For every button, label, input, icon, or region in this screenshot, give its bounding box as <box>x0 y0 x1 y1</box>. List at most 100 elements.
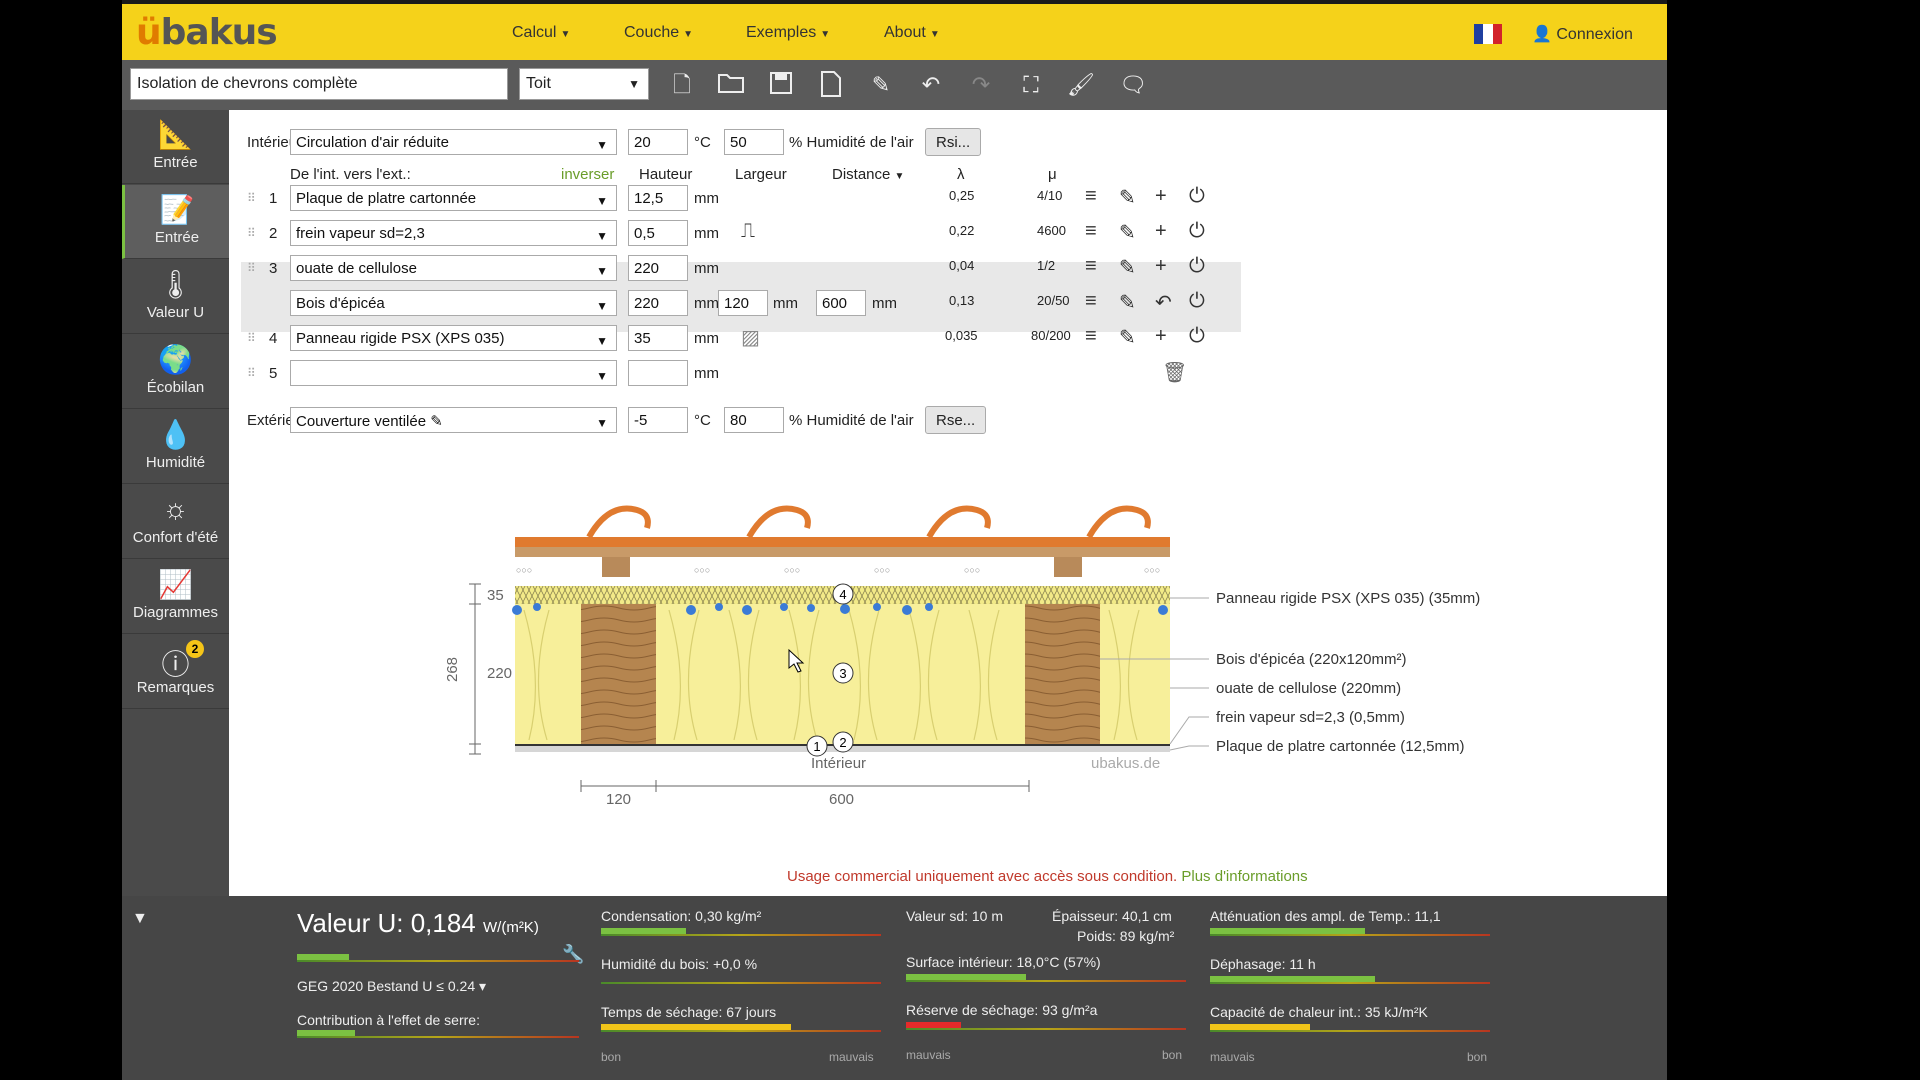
dim-120: 120 <box>606 791 631 808</box>
menu-exemples[interactable]: Exemples ▼ <box>746 24 830 42</box>
main-content: Intérieur Circulation d'air réduite▼ 20 … <box>229 110 1667 896</box>
menu-about[interactable]: About ▼ <box>884 24 940 42</box>
fullscreen-icon[interactable]: ⛶ <box>1017 71 1045 99</box>
attenuation-value: Atténuation des ampl. de Temp.: 11,1 <box>1210 908 1441 924</box>
u-value-bar <box>297 954 349 960</box>
greenhouse-bar-track <box>297 1036 579 1038</box>
rafter-left <box>581 604 656 744</box>
new-file-icon[interactable]: 🗋 <box>668 71 696 99</box>
scale-good-1: bon <box>601 1050 622 1064</box>
phase-shift-bar-track <box>1210 982 1490 984</box>
svg-text:○○○: ○○○ <box>964 565 980 575</box>
scale-bad-3: mauvais <box>1210 1050 1255 1064</box>
sidebar-item-humidite[interactable]: 💧 Humidité <box>122 410 229 484</box>
drying-reserve-bar <box>906 1022 961 1028</box>
redo-icon[interactable]: ↷ <box>967 71 995 99</box>
open-folder-icon[interactable] <box>717 71 745 99</box>
undo-icon[interactable]: ↶ <box>917 71 945 99</box>
watermark: ubakus.de <box>1091 755 1160 772</box>
greenhouse-label: Contribution à l'effet de serre: <box>297 1012 480 1028</box>
dropdown-icon[interactable]: ▾ <box>479 978 486 994</box>
scale-bad-2: mauvais <box>906 1048 951 1062</box>
wood-humidity-value: Humidité du bois: +0,0 % <box>601 956 758 972</box>
collapse-toggle[interactable]: ▼ <box>132 910 148 928</box>
label-cellulose: ouate de cellulose (220mm) <box>1216 680 1401 697</box>
phase-shift-bar <box>1210 976 1375 982</box>
svg-text:○○○: ○○○ <box>1144 565 1160 575</box>
geg-requirement[interactable]: GEG 2020 Bestand U ≤ 0.24 ▾ <box>297 978 486 995</box>
greenhouse-bar <box>297 1030 355 1036</box>
surface-temp-value: Surface intérieur: 18,0°C (57%) <box>906 954 1101 970</box>
drying-time-value: Temps de séchage: 67 jours <box>601 1004 777 1020</box>
heat-capacity-value: Capacité de chaleur int.: 35 kJ/m²K <box>1210 1004 1428 1020</box>
condensation-bar-track <box>601 934 881 936</box>
cross-section-drawing: ○○○ ○○○ ○○○ ○○○ ○○○ ○○○ 35 220 268 120 6… <box>444 505 1480 808</box>
surface-bar <box>906 974 1026 980</box>
sidebar-item-diagrammes[interactable]: 📈 Diagrammes <box>122 560 229 634</box>
heat-capacity-bar-track <box>1210 1030 1490 1032</box>
label-gypsum: Plaque de platre cartonnée (12,5mm) <box>1216 738 1464 755</box>
sidebar-item-entree-simple[interactable]: 📐 Entrée <box>122 110 229 184</box>
chart-icon: 📈 <box>158 569 193 600</box>
construction-type-select[interactable]: Toit ▼ <box>519 68 649 100</box>
top-bar: übakus Calcul ▼ Couche ▼ Exemples ▼ About ▼ … <box>122 0 1667 60</box>
scale-bad-1: mauvais <box>829 1050 874 1064</box>
usage-notice: Usage commercial uniquement avec accès s… <box>787 868 1308 885</box>
remarks-count-badge: 2 <box>186 640 204 658</box>
sidebar: 📐 Entrée 📝 Entrée 🌡 Valeur U 🌍 Écobilan 💧 Hum… <box>122 110 229 896</box>
svg-text:○○○: ○○○ <box>516 565 532 575</box>
menu-calcul[interactable]: Calcul ▼ <box>512 24 570 42</box>
attenuation-bar-track <box>1210 934 1490 936</box>
dim-268: 268 <box>444 657 461 682</box>
marker-4: 4 <box>839 587 846 602</box>
sidebar-item-confort-ete[interactable]: ☼ Confort d'été <box>122 485 229 559</box>
u-value-bar-track <box>297 960 579 962</box>
thermometer-icon: 🌡 <box>157 269 194 300</box>
dim-220: 220 <box>487 665 512 682</box>
label-wood: Bois d'épicéa (220x120mm²) <box>1216 651 1406 668</box>
pdf-icon[interactable] <box>817 71 845 99</box>
drying-time-bar-track <box>601 1030 881 1032</box>
edit-icon[interactable]: ✎ <box>867 71 895 99</box>
marker-3: 3 <box>839 666 846 681</box>
warning-icon: ⓘ <box>161 649 190 680</box>
sd-value: Valeur sd: 10 m <box>906 908 1004 924</box>
sidebar-item-valeur-u[interactable]: 🌡 Valeur U <box>122 260 229 334</box>
interior-side-label: Intérieur <box>811 755 866 772</box>
sidebar-item-ecobilan[interactable]: 🌍 Écobilan <box>122 335 229 409</box>
brush-icon[interactable]: 🖌 <box>1067 71 1095 99</box>
condensation-value: Condensation: 0,30 kg/m² <box>601 908 762 924</box>
label-vapor-barrier: frein vapeur sd=2,3 (0,5mm) <box>1216 709 1405 726</box>
marker-1: 1 <box>813 739 820 754</box>
sidebar-item-entree[interactable]: 📝 Entrée <box>122 185 229 259</box>
drying-reserve-bar-track <box>906 1028 1186 1030</box>
toolbar: Isolation de chevrons complète Toit ▼ 🗋 ✎… <box>122 60 1667 110</box>
menu-couche[interactable]: Couche ▼ <box>624 24 693 42</box>
ruler-icon: 📐 <box>158 119 193 150</box>
wood-humidity-bar-track <box>601 982 881 984</box>
heat-capacity-bar <box>1210 1024 1310 1030</box>
weight-value: Poids: 89 kg/m² <box>1077 928 1175 944</box>
project-title-input[interactable]: Isolation de chevrons complète <box>130 68 508 100</box>
globe-icon: 🌍 <box>158 344 193 375</box>
rafter-right <box>1025 604 1100 744</box>
attenuation-bar <box>1210 928 1365 934</box>
drying-time-bar <box>601 1024 791 1030</box>
surface-bar-track <box>906 980 1186 982</box>
scale-good-3: bon <box>1467 1050 1488 1064</box>
phase-shift-value: Déphasage: 11 h <box>1210 956 1316 972</box>
svg-text:○○○: ○○○ <box>784 565 800 575</box>
login-link[interactable]: 👤 Connexion <box>1532 24 1633 44</box>
u-value-display: Valeur U: 0,184 W/(m²K) <box>297 908 539 938</box>
roof-tiles <box>515 537 1170 547</box>
comment-icon[interactable]: 🗨 <box>1119 71 1147 99</box>
sidebar-item-remarques[interactable]: ⓘ Remarques <box>122 635 229 709</box>
logo[interactable]: übakus <box>136 12 278 53</box>
dim-600: 600 <box>829 791 854 808</box>
french-flag-icon[interactable] <box>1474 24 1502 44</box>
app-window: übakus Calcul ▼ Couche ▼ Exemples ▼ About ▼ … <box>122 0 1667 1080</box>
label-xps: Panneau rigide PSX (XPS 035) (35mm) <box>1216 590 1480 607</box>
drop-icon: 💧 <box>158 419 193 450</box>
more-info-link[interactable]: Plus d'informations <box>1181 868 1307 885</box>
save-icon[interactable] <box>767 71 795 99</box>
